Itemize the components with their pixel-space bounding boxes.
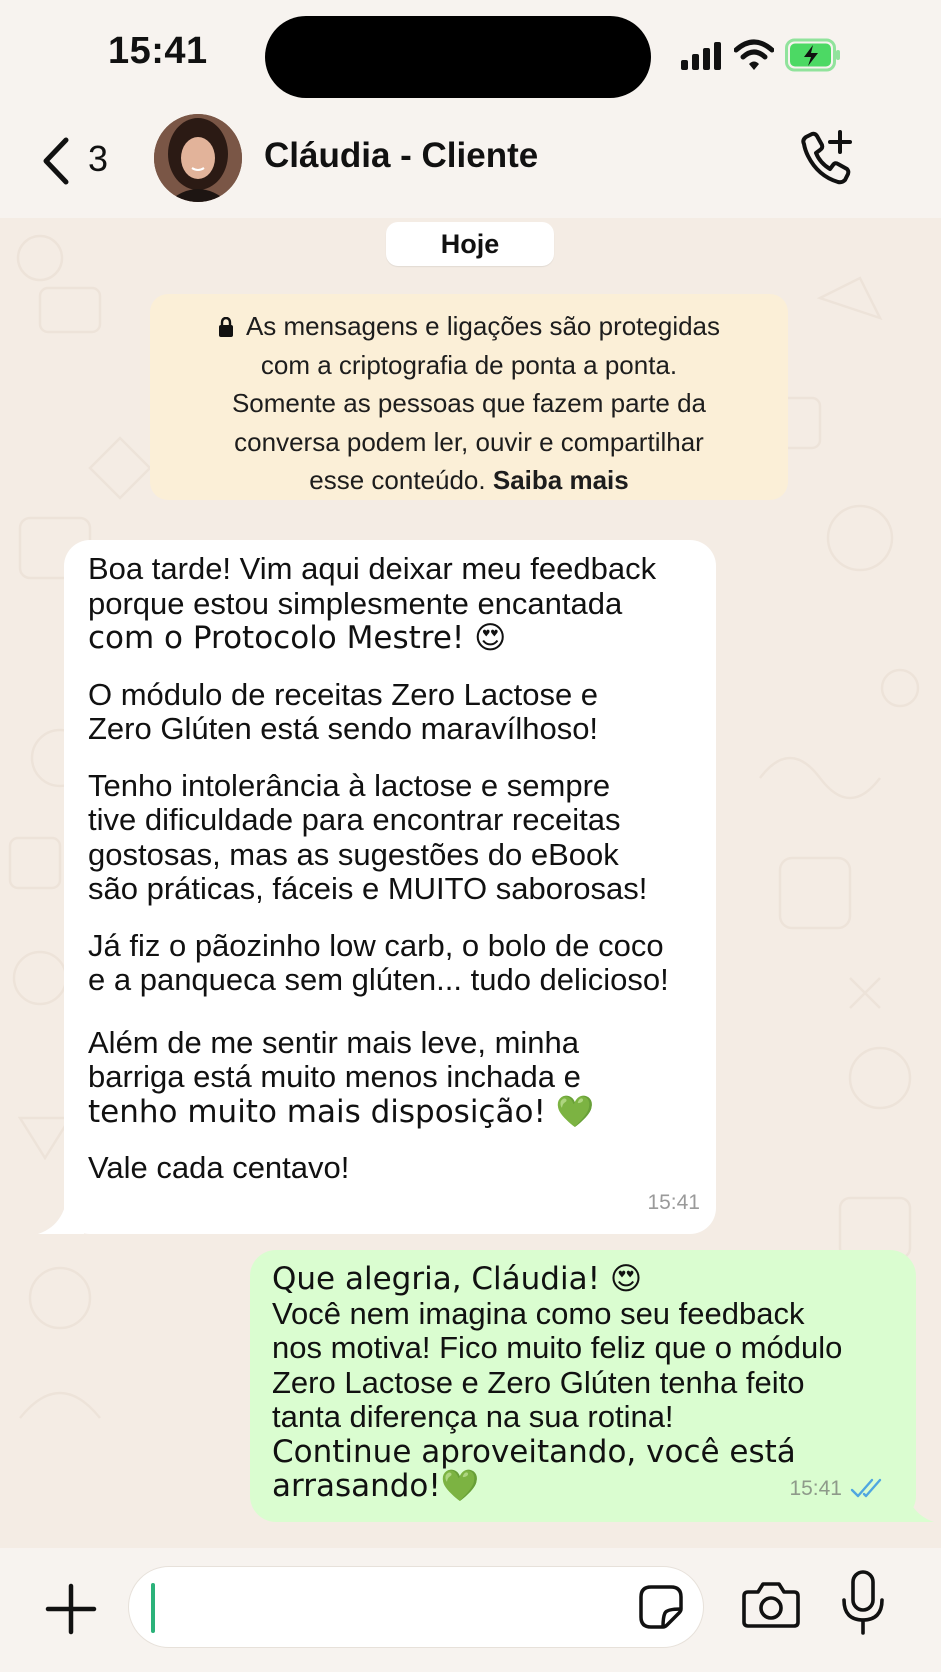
plus-icon[interactable] <box>44 1582 98 1636</box>
camera-icon[interactable] <box>742 1578 800 1630</box>
message-line: tanta diferença na sua rotina! <box>272 1399 674 1434</box>
chat-area[interactable]: Hoje As mensagens e ligações são protegi… <box>0 218 941 1548</box>
learn-more-link[interactable]: Saiba mais <box>493 465 629 495</box>
notice-text-4: conversa podem ler, ouvir e compartilhar <box>234 426 704 457</box>
message-line: Zero Glúten está sendo maravílhoso! <box>88 711 599 746</box>
message-line: com o Protocolo Mestre! 😍 <box>88 620 507 656</box>
contact-name[interactable]: Cláudia - Cliente <box>264 136 538 176</box>
message-paragraph: O módulo de receitas Zero Lactose e Zero… <box>88 676 694 747</box>
message-line: porque estou simplesmente encantada <box>88 585 623 621</box>
signal-icon <box>681 42 721 70</box>
message-line: Continue aproveitando, você está arrasan… <box>272 1433 796 1504</box>
message-paragraph: Vale cada centavo! <box>88 1150 694 1186</box>
message-line: Zero Lactose e Zero Glúten tenha feito <box>272 1364 805 1400</box>
composer-bar <box>0 1548 941 1672</box>
message-meta: 15:41 <box>789 1472 884 1507</box>
avatar[interactable] <box>154 114 242 202</box>
text-cursor <box>151 1583 155 1633</box>
message-line: barriga está muito menos inchada e <box>88 1059 581 1094</box>
message-paragraph: Boa tarde! Vim aqui deixar meu feedback … <box>88 551 694 656</box>
message-line: gostosas, mas as sugestões do eBook <box>88 836 619 872</box>
notice-text-1: As mensagens e ligações são protegidas <box>245 311 721 341</box>
back-chevron-icon[interactable] <box>38 136 78 186</box>
message-paragraph: Que alegria, Cláudia! 😍 Você nem imagina… <box>272 1262 904 1504</box>
sticker-icon[interactable] <box>637 1583 685 1631</box>
message-timestamp: 15:41 <box>647 1190 700 1214</box>
message-line: são práticas, fáceis e MUITO saborosas! <box>88 871 648 906</box>
message-line: Boa tarde! Vim aqui deixar meu feedback <box>88 551 657 586</box>
status-bar: 15:41 <box>0 0 941 110</box>
message-line: Que alegria, Cláudia! 😍 <box>272 1261 643 1297</box>
notice-text-5: esse conteúdo. <box>309 465 486 495</box>
message-line: tenho muito mais disposição! 💚 <box>88 1093 595 1130</box>
message-timestamp: 15:41 <box>789 1476 842 1500</box>
outgoing-message[interactable]: Que alegria, Cláudia! 😍 Você nem imagina… <box>250 1250 916 1522</box>
notice-line-1: As mensagens e ligações são protegidas <box>150 307 788 346</box>
notice-text-2: com a criptografia de ponta a ponta. <box>260 349 678 380</box>
message-line: Já fiz o pãozinho low carb, o bolo de co… <box>88 927 664 963</box>
message-paragraph: Tenho intolerância à lactose e sempre ti… <box>88 767 694 907</box>
microphone-icon[interactable] <box>840 1570 886 1636</box>
status-time: 15:41 <box>108 30 208 72</box>
message-line: O módulo de receitas Zero Lactose e <box>88 676 599 712</box>
dynamic-island <box>265 16 651 98</box>
message-line: Além de me sentir mais leve, minha <box>88 1024 580 1060</box>
add-call-icon[interactable] <box>796 130 854 190</box>
incoming-message[interactable]: Boa tarde! Vim aqui deixar meu feedback … <box>64 540 716 1234</box>
message-line: nos motiva! Fico muito feliz que o módul… <box>272 1330 843 1365</box>
chat-header: 3 Cláudia - Cliente <box>0 110 941 218</box>
notice-text-3: Somente as pessoas que fazem parte da <box>231 388 707 418</box>
wifi-icon <box>734 39 774 70</box>
message-line: Vale cada centavo! <box>88 1150 350 1185</box>
message-paragraph: Já fiz o pãozinho low carb, o bolo de co… <box>88 927 694 998</box>
message-line: Tenho intolerância à lactose e sempre <box>88 767 611 803</box>
message-paragraph: Além de me sentir mais leve, minha barri… <box>88 1024 694 1130</box>
message-line: tive dificuldade para encontrar receitas <box>88 802 621 837</box>
message-line: e a panqueca sem glúten... tudo delicios… <box>88 962 669 997</box>
double-check-icon <box>850 1478 882 1497</box>
message-input[interactable] <box>128 1566 704 1648</box>
unread-count[interactable]: 3 <box>88 138 108 180</box>
notice-line-5: esse conteúdo. Saiba mais <box>150 461 788 500</box>
date-chip: Hoje <box>386 222 554 266</box>
encryption-notice[interactable]: As mensagens e ligações são protegidas c… <box>150 294 788 500</box>
message-line: Você nem imagina como seu feedback <box>272 1295 805 1331</box>
battery-charging-icon <box>785 38 840 72</box>
lock-icon <box>218 317 233 337</box>
